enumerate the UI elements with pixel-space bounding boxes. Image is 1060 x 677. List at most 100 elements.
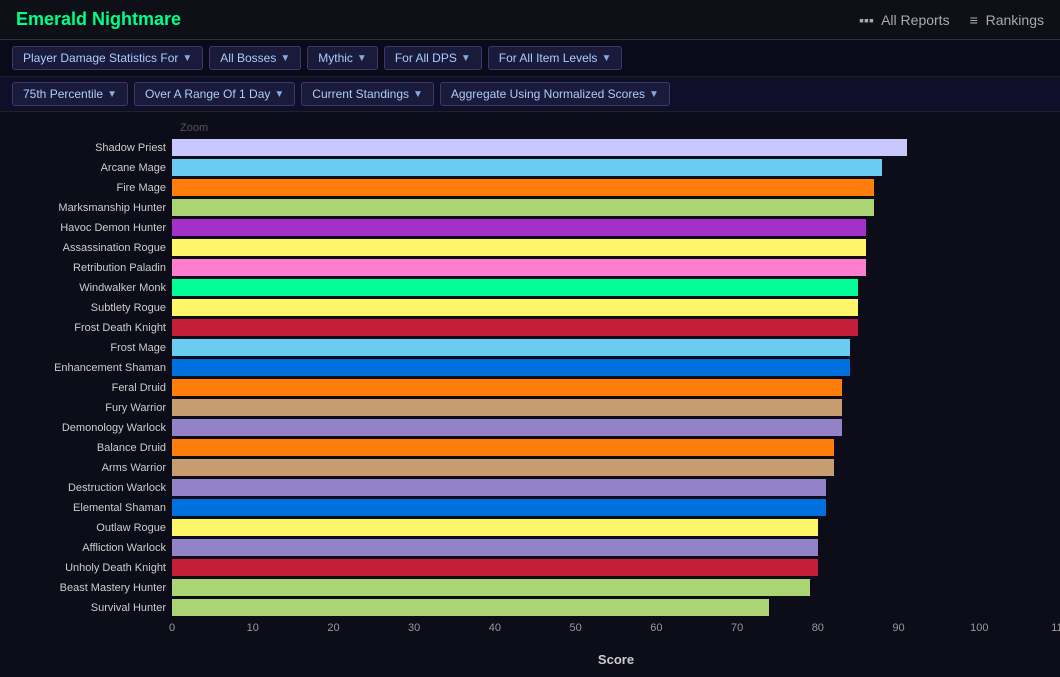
bar-row: Retribution Paladin <box>0 258 1060 277</box>
x-tick: 80 <box>812 622 824 634</box>
bar-row: Subtlety Rogue <box>0 298 1060 317</box>
bar-chart: Shadow Priest Arcane Mage Fire Mage Marksma… <box>0 138 1060 618</box>
dropdown-arrow: ▼ <box>413 89 423 100</box>
bar-track-wrapper <box>172 319 1060 336</box>
damage-stats-btn[interactable]: Player Damage Statistics For ▼ <box>12 46 203 70</box>
bar-label: Survival Hunter <box>0 602 172 614</box>
dropdown-arrow: ▼ <box>357 53 367 64</box>
bar-track-wrapper <box>172 279 1060 296</box>
bar-track-wrapper <box>172 139 1060 156</box>
bar-track-wrapper <box>172 179 1060 196</box>
bar-label: Beast Mastery Hunter <box>0 582 172 594</box>
bar-label: Havoc Demon Hunter <box>0 222 172 234</box>
bar-fill <box>172 199 874 216</box>
mythic-btn[interactable]: Mythic ▼ <box>307 46 378 70</box>
toolbar1: Player Damage Statistics For ▼ All Bosse… <box>0 40 1060 77</box>
bar-fill <box>172 479 826 496</box>
bar-fill <box>172 359 850 376</box>
bar-row: Frost Mage <box>0 338 1060 357</box>
bar-label: Arcane Mage <box>0 162 172 174</box>
header: Emerald Nightmare ▪▪▪ All Reports ≡ Rank… <box>0 0 1060 40</box>
bar-fill <box>172 559 818 576</box>
bar-fill <box>172 379 842 396</box>
bar-track <box>172 459 1060 476</box>
bar-track-wrapper <box>172 479 1060 496</box>
bar-track <box>172 219 1060 236</box>
bar-track-wrapper <box>172 359 1060 376</box>
bar-label: Subtlety Rogue <box>0 302 172 314</box>
bar-track <box>172 299 1060 316</box>
bar-track <box>172 339 1060 356</box>
bar-label: Outlaw Rogue <box>0 522 172 534</box>
zoom-label: Zoom <box>0 122 1060 134</box>
dropdown-arrow: ▼ <box>280 53 290 64</box>
bar-row: Arms Warrior <box>0 458 1060 477</box>
x-tick: 90 <box>892 622 904 634</box>
x-tick: 70 <box>731 622 743 634</box>
bar-row: Destruction Warlock <box>0 478 1060 497</box>
bar-track-wrapper <box>172 259 1060 276</box>
all-bosses-btn[interactable]: All Bosses ▼ <box>209 46 301 70</box>
bar-fill <box>172 139 907 156</box>
aggregate-btn[interactable]: Aggregate Using Normalized Scores ▼ <box>440 82 670 106</box>
bar-track <box>172 399 1060 416</box>
chart-area: Zoom Shadow Priest Arcane Mage Fire Mage Ma… <box>0 112 1060 677</box>
bar-track <box>172 179 1060 196</box>
bar-fill <box>172 459 834 476</box>
for-all-dps-btn[interactable]: For All DPS ▼ <box>384 46 482 70</box>
rankings-link[interactable]: ≡ Rankings <box>970 12 1044 28</box>
x-axis-title-row: Score <box>0 650 1060 667</box>
bar-row: Feral Druid <box>0 378 1060 397</box>
bar-label: Balance Druid <box>0 442 172 454</box>
bar-fill <box>172 599 769 616</box>
bar-track-wrapper <box>172 559 1060 576</box>
dropdown-arrow: ▼ <box>649 89 659 100</box>
bar-track <box>172 159 1060 176</box>
page-title: Emerald Nightmare <box>16 9 181 30</box>
x-tick: 110 <box>1051 622 1060 634</box>
bar-label: Marksmanship Hunter <box>0 202 172 214</box>
bar-row: Survival Hunter <box>0 598 1060 617</box>
bar-row: Shadow Priest <box>0 138 1060 157</box>
bar-track <box>172 559 1060 576</box>
standings-btn[interactable]: Current Standings ▼ <box>301 82 434 106</box>
bar-label: Windwalker Monk <box>0 282 172 294</box>
bar-track <box>172 279 1060 296</box>
bar-track-wrapper <box>172 239 1060 256</box>
percentile-btn[interactable]: 75th Percentile ▼ <box>12 82 128 106</box>
bar-row: Elemental Shaman <box>0 498 1060 517</box>
all-reports-link[interactable]: ▪▪▪ All Reports <box>859 12 949 28</box>
bar-track <box>172 539 1060 556</box>
bar-track-wrapper <box>172 159 1060 176</box>
bar-label: Affliction Warlock <box>0 542 172 554</box>
bar-row: Windwalker Monk <box>0 278 1060 297</box>
bar-fill <box>172 339 850 356</box>
bar-label: Unholy Death Knight <box>0 562 172 574</box>
bar-fill <box>172 519 818 536</box>
bar-label: Frost Mage <box>0 342 172 354</box>
x-tick: 50 <box>570 622 582 634</box>
bar-label: Elemental Shaman <box>0 502 172 514</box>
x-tick: 40 <box>489 622 501 634</box>
bar-track <box>172 519 1060 536</box>
bar-fill <box>172 539 818 556</box>
x-tick: 30 <box>408 622 420 634</box>
dropdown-arrow: ▼ <box>107 89 117 100</box>
bar-fill <box>172 439 834 456</box>
bar-track-wrapper <box>172 539 1060 556</box>
bar-track <box>172 499 1060 516</box>
time-range-btn[interactable]: Over A Range Of 1 Day ▼ <box>134 82 295 106</box>
bar-fill <box>172 499 826 516</box>
bar-label: Fire Mage <box>0 182 172 194</box>
x-tick: 20 <box>327 622 339 634</box>
bar-label: Frost Death Knight <box>0 322 172 334</box>
x-tick: 0 <box>169 622 175 634</box>
dropdown-arrow: ▼ <box>601 53 611 64</box>
bar-label: Destruction Warlock <box>0 482 172 494</box>
bar-track <box>172 379 1060 396</box>
item-levels-btn[interactable]: For All Item Levels ▼ <box>488 46 623 70</box>
bar-track <box>172 139 1060 156</box>
dropdown-arrow: ▼ <box>274 89 284 100</box>
bar-track-wrapper <box>172 219 1060 236</box>
bar-row: Arcane Mage <box>0 158 1060 177</box>
